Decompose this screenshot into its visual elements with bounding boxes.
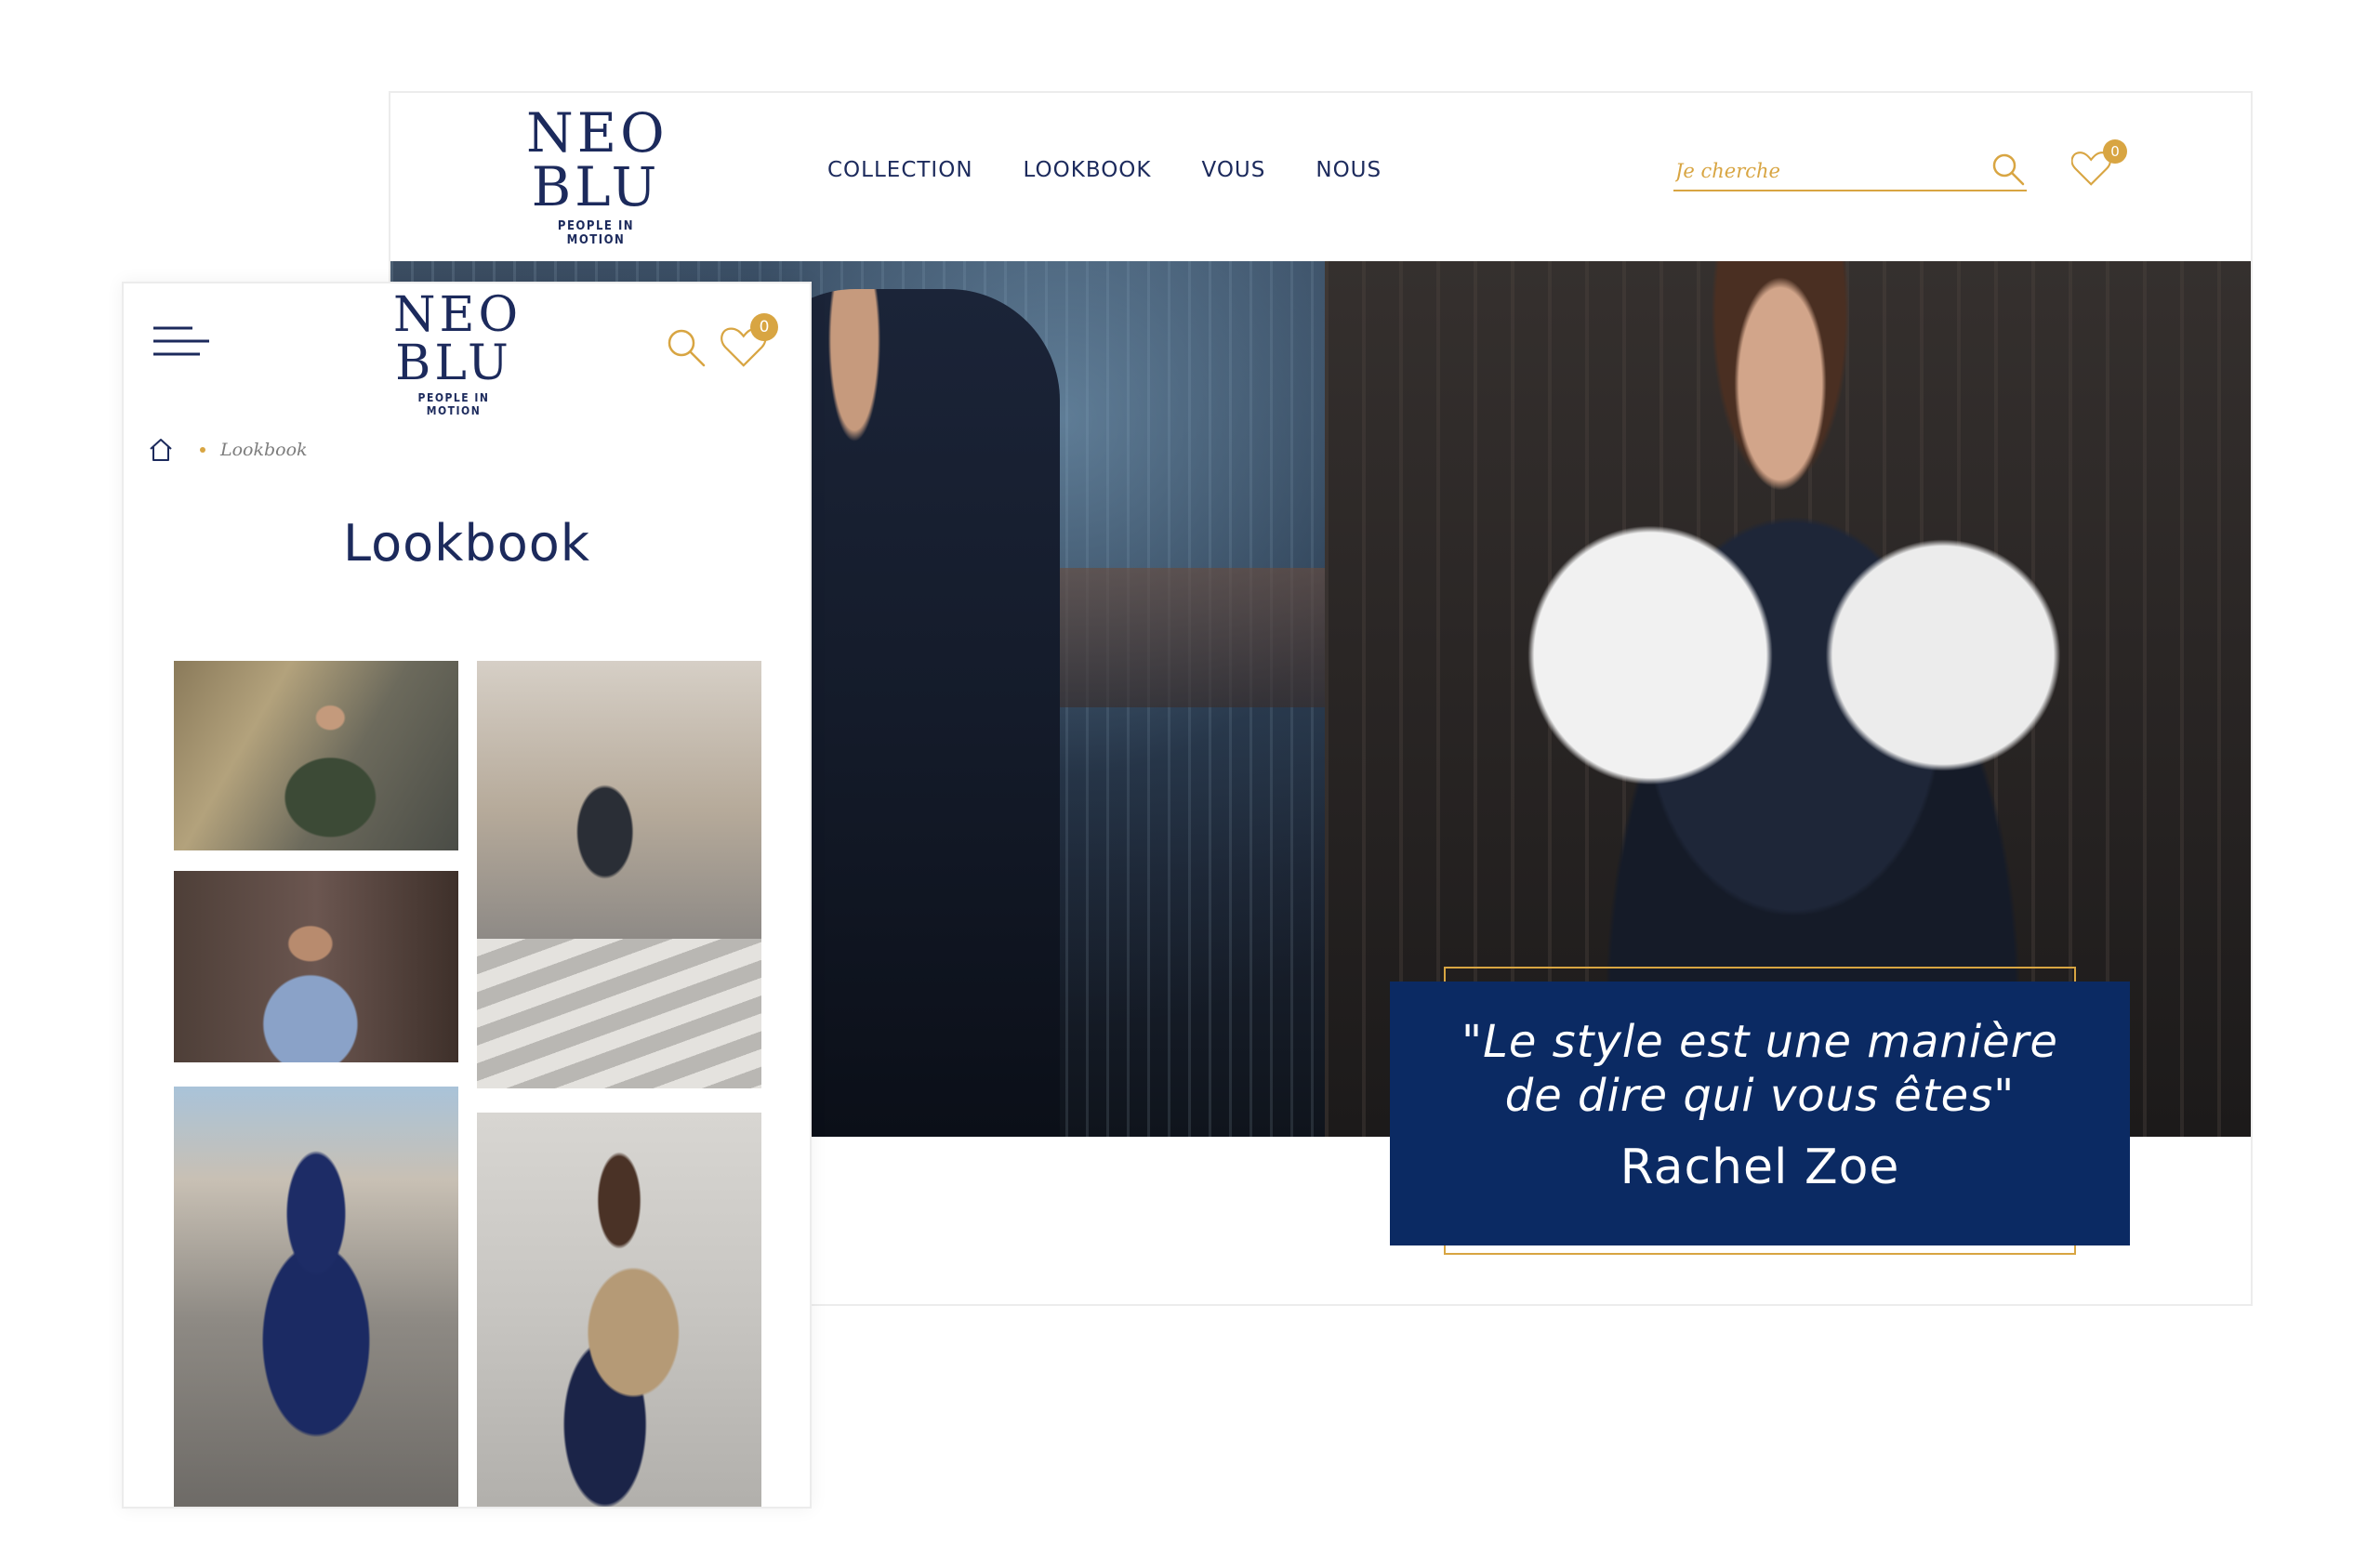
search-input[interactable] bbox=[1673, 156, 1984, 186]
breadcrumb: Lookbook bbox=[148, 436, 308, 464]
lookbook-tile-5[interactable] bbox=[477, 1113, 761, 1507]
lookbook-tile-3[interactable] bbox=[174, 1087, 458, 1507]
nav-item-vous[interactable]: VOUS bbox=[1201, 158, 1265, 182]
lookbook-tile-1[interactable] bbox=[174, 661, 458, 850]
desktop-header: NEO BLU PEOPLE IN MOTION COLLECTION LOOK… bbox=[390, 93, 2251, 261]
wishlist-button[interactable]: 0 bbox=[2070, 139, 2131, 195]
main-nav: COLLECTION LOOKBOOK VOUS NOUS bbox=[827, 158, 1382, 182]
logo-line-2: BLU bbox=[531, 155, 661, 218]
wishlist-count-badge: 0 bbox=[2103, 139, 2127, 164]
search-icon[interactable] bbox=[665, 326, 707, 369]
search-icon[interactable] bbox=[1990, 151, 2027, 188]
mockup-stage: NEO BLU PEOPLE IN MOTION COLLECTION LOOK… bbox=[0, 0, 2380, 1555]
hamburger-icon[interactable] bbox=[152, 324, 211, 362]
mobile-logo-line-2: BLU bbox=[395, 336, 512, 391]
nav-item-nous[interactable]: NOUS bbox=[1316, 158, 1382, 182]
lookbook-tile-2[interactable] bbox=[174, 871, 458, 1062]
brand-logo[interactable]: NEO BLU PEOPLE IN MOTION bbox=[526, 106, 666, 247]
quote-author: Rachel Zoe bbox=[1620, 1140, 1900, 1195]
quote-text: "Le style est une manière de dire qui vo… bbox=[1461, 1016, 2058, 1122]
page-title: Lookbook bbox=[342, 514, 591, 573]
nav-item-lookbook[interactable]: LOOKBOOK bbox=[1024, 158, 1152, 182]
nav-item-collection[interactable]: COLLECTION bbox=[827, 158, 973, 182]
lookbook-tile-4[interactable] bbox=[477, 661, 761, 1088]
mobile-logo-tagline: PEOPLE IN MOTION bbox=[417, 391, 490, 417]
breadcrumb-current[interactable]: Lookbook bbox=[220, 440, 308, 460]
quote-box: "Le style est une manière de dire qui vo… bbox=[1390, 982, 2130, 1245]
mobile-wishlist-count-badge: 0 bbox=[750, 313, 778, 341]
breadcrumb-separator bbox=[200, 447, 205, 453]
mobile-logo-line-1: NEO bbox=[393, 287, 522, 343]
mobile-brand-logo[interactable]: NEO BLU PEOPLE IN MOTION bbox=[393, 287, 522, 417]
logo-tagline: PEOPLE IN MOTION bbox=[557, 219, 635, 247]
mobile-window: NEO BLU PEOPLE IN MOTION 0 Lookbook Look… bbox=[122, 282, 812, 1509]
logo-line-1: NEO bbox=[526, 101, 668, 165]
search-bar bbox=[1673, 151, 2027, 191]
mobile-wishlist-button[interactable]: 0 bbox=[719, 313, 784, 375]
home-icon[interactable] bbox=[148, 437, 174, 463]
